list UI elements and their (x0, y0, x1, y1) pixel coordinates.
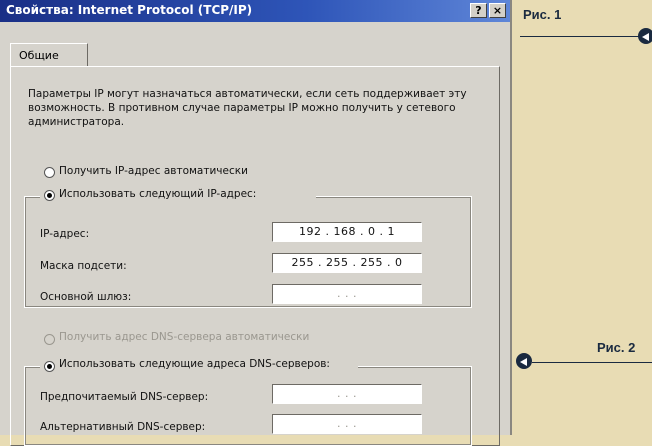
preferred-dns-field[interactable]: . . . (272, 384, 422, 404)
figure-1-pointer-icon (638, 28, 652, 44)
subnet-mask-label: Маска подсети: (40, 260, 127, 272)
dns-manual-label: Использовать следующие адреса DNS-сервер… (59, 358, 330, 370)
dns-manual-radio[interactable] (44, 361, 55, 372)
figure-2-leader-line (532, 362, 652, 363)
ip-address-label: IP-адрес: (40, 228, 90, 240)
tcpip-properties-window: Свойства: Internet Protocol (TCP/IP) ? ×… (0, 0, 512, 446)
figure-2-label: Рис. 2 (597, 340, 636, 355)
description-text: Параметры IP могут назначаться автоматич… (28, 88, 467, 128)
window-title: Свойства: Internet Protocol (TCP/IP) (6, 3, 253, 17)
help-button[interactable]: ? (470, 3, 487, 18)
tab-general[interactable]: Общие (10, 43, 88, 67)
ip-manual-radio[interactable] (44, 190, 55, 201)
dns-auto-radio[interactable] (44, 334, 55, 345)
close-button[interactable]: × (489, 3, 506, 18)
alternate-dns-field[interactable]: . . . (272, 414, 422, 434)
dns-auto-label: Получить адрес DNS-сервера автоматически (59, 331, 310, 343)
figure-2-pointer-icon (516, 353, 532, 369)
title-bar[interactable]: Свойства: Internet Protocol (TCP/IP) ? × (0, 0, 510, 22)
dns-manual-group (24, 366, 472, 446)
ip-manual-label: Использовать следующий IP-адрес: (59, 188, 257, 200)
figure-1-leader-line (520, 36, 640, 37)
default-gateway-label: Основной шлюз: (40, 291, 132, 303)
ip-auto-radio[interactable] (44, 167, 55, 178)
subnet-mask-field[interactable]: 255 . 255 . 255 . 0 (272, 253, 422, 273)
preferred-dns-label: Предпочитаемый DNS-сервер: (40, 391, 209, 403)
alternate-dns-label: Альтернативный DNS-сервер: (40, 421, 206, 433)
ip-auto-label: Получить IP-адрес автоматически (59, 165, 248, 177)
figure-1-label: Рис. 1 (523, 7, 562, 22)
ip-address-field[interactable]: 192 . 168 . 0 . 1 (272, 222, 422, 242)
default-gateway-field[interactable]: . . . (272, 284, 422, 304)
